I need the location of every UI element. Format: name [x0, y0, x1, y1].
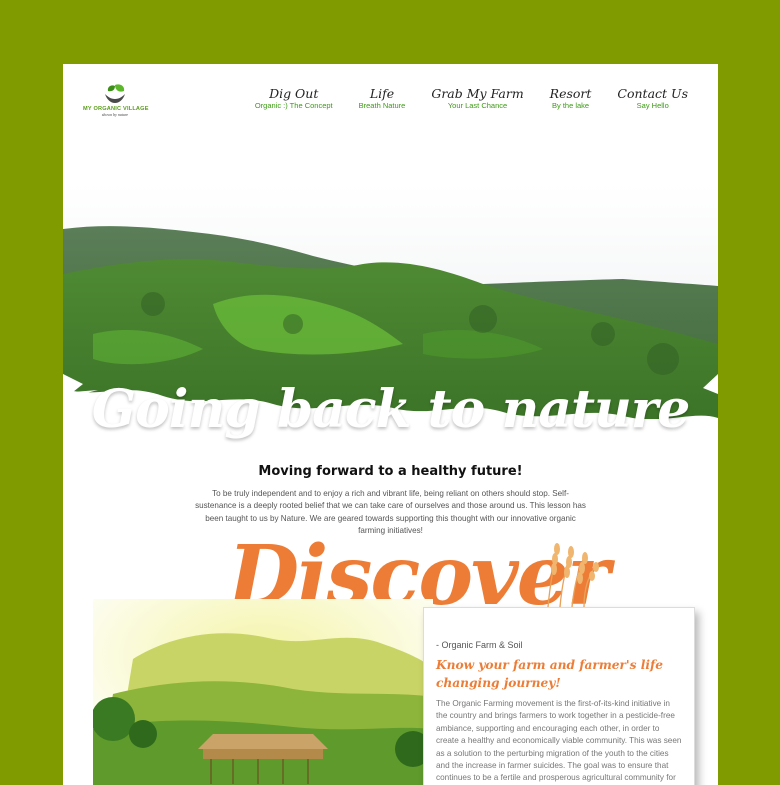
main-nav: Dig Out Organic :) The Concept Life Brea…	[255, 86, 688, 111]
leaf-hands-icon	[105, 84, 125, 103]
feature-card: - Organic Farm & Soil Know your farm and…	[423, 607, 695, 785]
nav-sublabel: Organic :) The Concept	[254, 101, 333, 110]
card-body: The Organic Farming movement is the firs…	[436, 699, 682, 783]
nav-label: Life	[369, 86, 395, 101]
nav-sublabel: Breath Nature	[358, 101, 406, 110]
card-title[interactable]: Know your farm and farmer's life changin…	[436, 656, 682, 692]
nav-label: Resort	[549, 86, 592, 101]
nav-item-dig-out[interactable]: Dig Out Organic :) The Concept	[255, 86, 333, 111]
nav-item-life[interactable]: Life Breath Nature	[359, 86, 406, 111]
nav-label: Dig Out	[269, 86, 319, 101]
card-kicker: - Organic Farm & Soil	[436, 640, 523, 650]
nav-sublabel: Say Hello	[636, 101, 669, 110]
farm-landscape-image	[93, 599, 433, 785]
nav-label: Contact Us	[617, 86, 688, 101]
page-container: MY ORGANIC VILLAGE shown by nature Dig O…	[63, 64, 718, 785]
hero-banner: Going back to nature	[63, 184, 718, 454]
site-logo[interactable]: MY ORGANIC VILLAGE shown by nature	[83, 82, 148, 120]
nav-sublabel: Your Last Chance	[447, 101, 508, 110]
nav-sublabel: By the lake	[551, 101, 590, 110]
nav-item-grab-my-farm[interactable]: Grab My Farm Your Last Chance	[431, 86, 523, 111]
nav-item-resort[interactable]: Resort By the lake	[550, 86, 592, 111]
hero-title: Going back to nature	[91, 379, 691, 440]
intro-heading: Moving forward to a healthy future!	[258, 464, 523, 479]
nav-item-contact-us[interactable]: Contact Us Say Hello	[617, 86, 688, 111]
wheat-icon	[547, 543, 599, 608]
logo-tagline: shown by nature	[101, 112, 129, 117]
nav-label: Grab My Farm	[431, 86, 524, 101]
